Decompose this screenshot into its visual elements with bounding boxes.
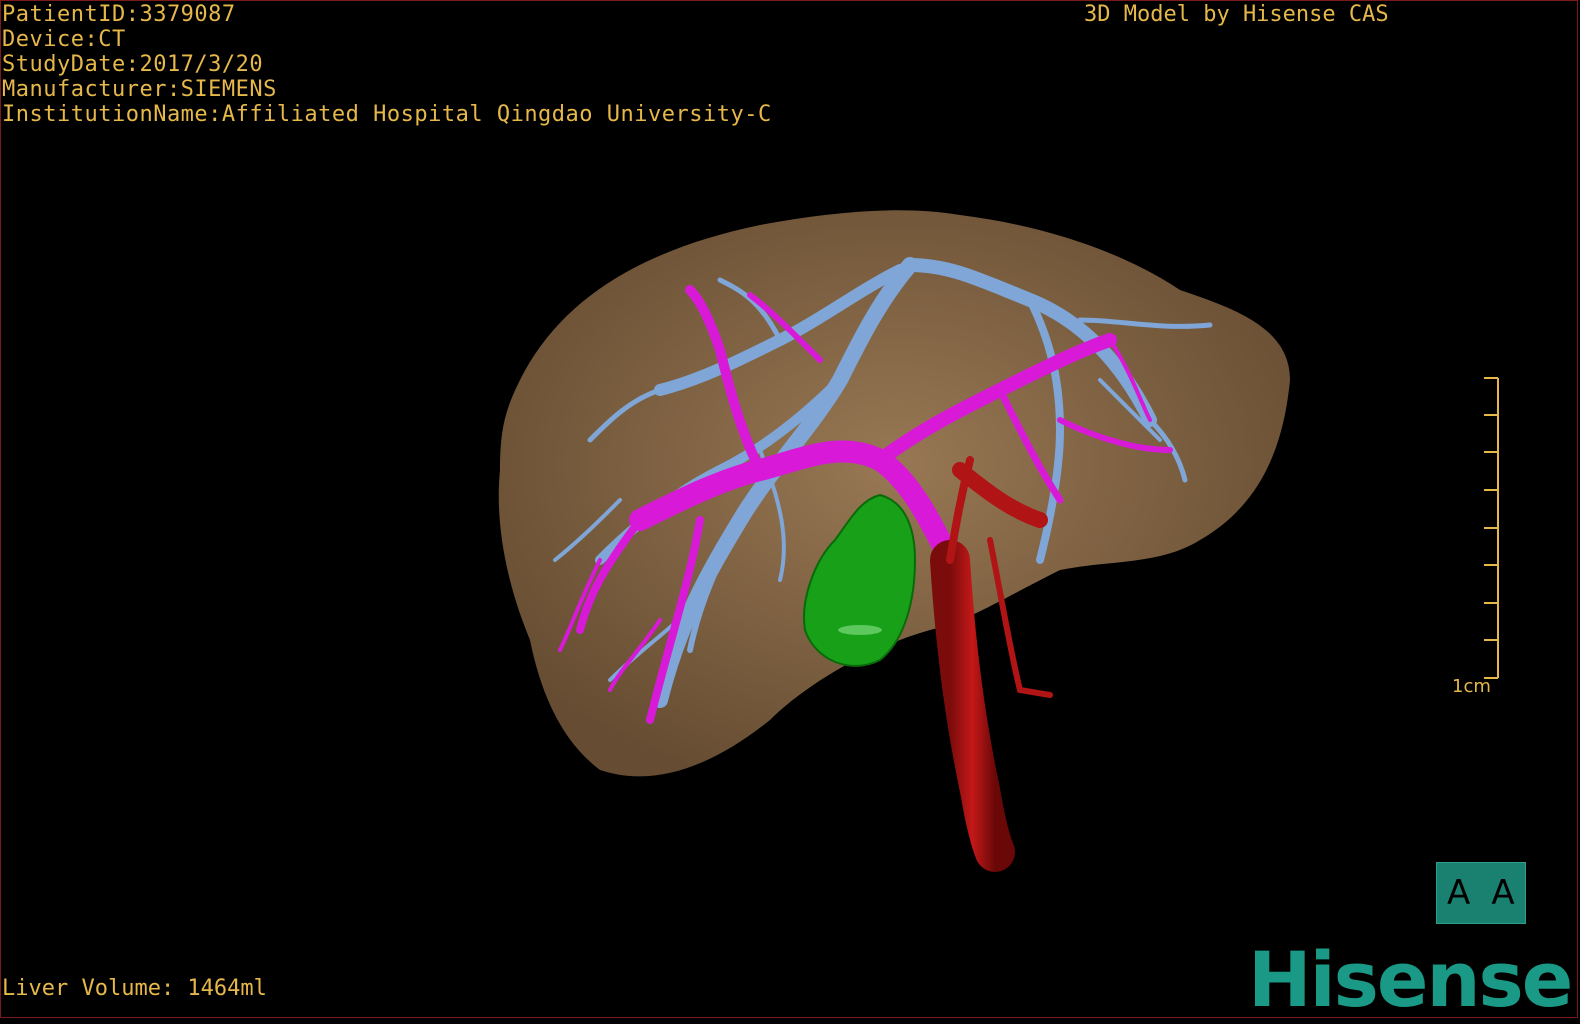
dicom-info-overlay: PatientID:3379087 Device:CT StudyDate:20… xyxy=(2,2,772,127)
study-date: StudyDate:2017/3/20 xyxy=(2,52,264,77)
scale-bar xyxy=(1484,377,1499,679)
gallbladder-highlight xyxy=(838,625,882,635)
liver-volume: Liver Volume: 1464ml xyxy=(2,976,267,1001)
scale-label: 1cm xyxy=(1452,676,1491,697)
mirrored-a-glyph: A xyxy=(1447,873,1471,913)
hisense-logo: Hisense xyxy=(1248,935,1573,1024)
institution-name: InstitutionName:Affiliated Hospital Qing… xyxy=(2,102,772,127)
device: Device:CT xyxy=(2,27,126,52)
a-glyph: A xyxy=(1491,873,1515,913)
mirror-view-button[interactable]: A A xyxy=(1436,862,1526,924)
patient-id: PatientID:3379087 xyxy=(2,2,236,27)
manufacturer: Manufacturer:SIEMENS xyxy=(2,77,277,102)
model-credit: 3D Model by Hisense CAS xyxy=(1084,2,1389,27)
liver-3d-model[interactable] xyxy=(0,0,1580,1020)
